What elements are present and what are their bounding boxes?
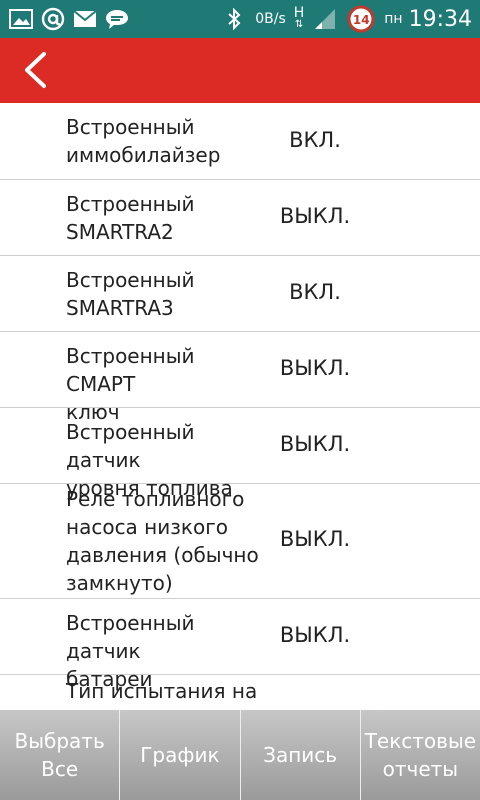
email-icon: [72, 6, 98, 32]
item-value: ВКЛ.: [289, 128, 341, 152]
item-value: ВЫКЛ.: [279, 527, 351, 551]
list-item[interactable]: Встроенный СМАРТ ключ ВЫКЛ.: [0, 332, 480, 424]
list-item[interactable]: Встроенный датчик батареи ВЫКЛ.: [0, 599, 480, 691]
gallery-icon: [8, 6, 34, 32]
status-time: 19:34: [408, 6, 472, 32]
bottom-toolbar: Выбрать Все График Запись Текстовые отчет…: [0, 710, 480, 800]
item-value: ВЫКЛ.: [279, 432, 351, 456]
item-label: Встроенный иммобилайзер: [66, 115, 221, 167]
list-item[interactable]: Встроенный SMARTRA2 ВЫКЛ.: [0, 180, 480, 256]
item-value: ВКЛ.: [289, 280, 341, 304]
graph-button[interactable]: График: [120, 710, 241, 800]
status-bar: 0B/s H ⇅ 14 пн 19:34: [0, 0, 480, 38]
item-label: Реле топливного насоса низкого давления (…: [66, 487, 259, 595]
record-button[interactable]: Запись: [240, 710, 361, 800]
notification-badge-icon: 14: [346, 5, 376, 33]
bluetooth-icon: [221, 6, 247, 32]
back-button[interactable]: [18, 50, 52, 90]
list-item[interactable]: Встроенный датчик уровня топлива ВЫКЛ.: [0, 408, 480, 500]
chevron-left-icon: [25, 52, 46, 88]
app-bar: [0, 38, 480, 103]
status-day: пн: [384, 11, 403, 27]
item-label: Тип испытания на: [66, 679, 258, 703]
item-value: ВЫКЛ.: [279, 623, 351, 647]
item-label: Встроенный SMARTRA3: [66, 268, 195, 320]
list-item[interactable]: Встроенный SMARTRA3 ВКЛ.: [0, 256, 480, 332]
at-sign-icon: [40, 6, 66, 32]
item-label: Встроенный SMARTRA2: [66, 192, 195, 244]
network-speed: 0B/s: [255, 11, 286, 27]
list-item[interactable]: Встроенный иммобилайзер ВКЛ.: [0, 103, 480, 180]
text-reports-button[interactable]: Текстовые отчеты: [360, 710, 480, 800]
select-all-button[interactable]: Выбрать Все: [0, 710, 121, 800]
network-type-icon: H ⇅: [293, 5, 305, 30]
list-item[interactable]: Тип испытания на: [0, 675, 480, 709]
item-value: ВЫКЛ.: [279, 356, 351, 380]
signal-icon: [312, 6, 338, 32]
list-item[interactable]: Реле топливного насоса низкого давления (…: [0, 484, 480, 599]
item-value: ВЫКЛ.: [279, 204, 351, 228]
message-icon: [104, 6, 130, 32]
parameter-list: Встроенный иммобилайзер ВКЛ. Встроенный SM…: [0, 103, 480, 709]
